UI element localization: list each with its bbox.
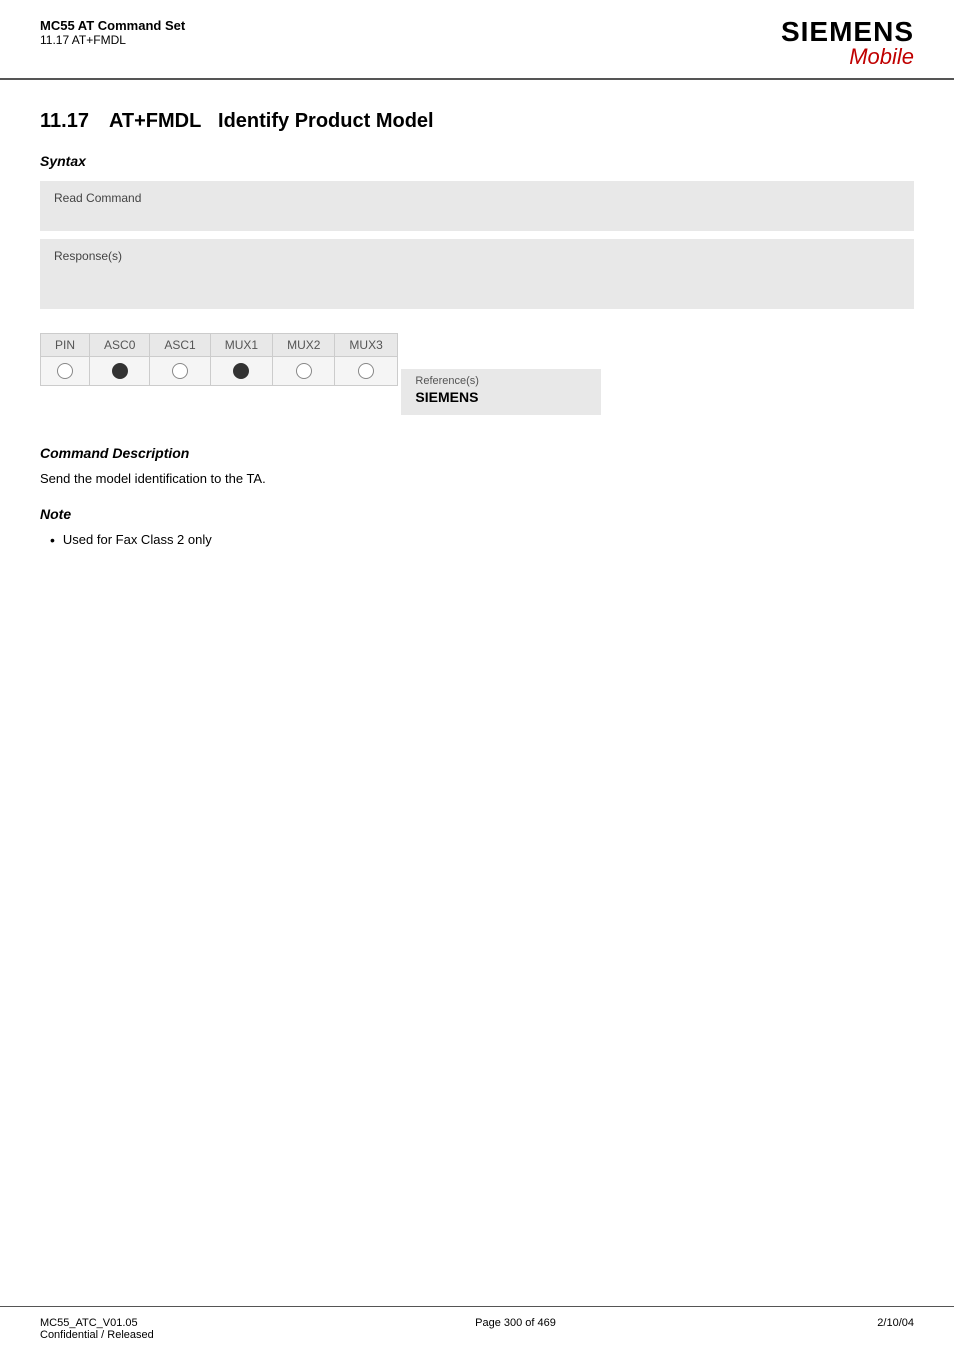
circle-empty-asc1 (172, 363, 188, 379)
cell-asc1 (150, 357, 210, 386)
reference-label: Reference(s) (415, 375, 587, 387)
syntax-label: Syntax (40, 153, 914, 169)
circle-filled-mux1 (233, 363, 249, 379)
reference-value: SIEMENS (415, 389, 587, 405)
note-label: Note (40, 506, 914, 522)
header-left: MC55 AT Command Set 11.17 AT+FMDL (40, 18, 185, 47)
footer-page: Page 300 of 469 (475, 1317, 556, 1329)
footer-confidentiality: Confidential / Released (40, 1329, 154, 1341)
header-subtitle: 11.17 AT+FMDL (40, 33, 185, 47)
page-header: MC55 AT Command Set 11.17 AT+FMDL SIEMEN… (0, 0, 954, 80)
logo-mobile: Mobile (849, 46, 914, 68)
command-name: AT+FMDL (109, 110, 201, 132)
main-content: 11.17 AT+FMDL Identify Product Model Syn… (0, 80, 954, 1306)
cmd-description-label: Command Description (40, 445, 914, 461)
response-box: Response(s) (40, 239, 914, 309)
circle-filled-asc0 (112, 363, 128, 379)
pin-table: PIN ASC0 ASC1 MUX1 MUX2 MUX3 (40, 333, 398, 386)
cmd-description-text: Send the model identification to the TA. (40, 471, 914, 486)
cell-pin (41, 357, 90, 386)
footer-date: 2/10/04 (877, 1317, 914, 1329)
pin-table-wrapper: PIN ASC0 ASC1 MUX1 MUX2 MUX3 (40, 333, 398, 386)
pin-table-row (41, 357, 398, 386)
note-item-text: Used for Fax Class 2 only (63, 532, 212, 547)
col-mux2: MUX2 (273, 334, 335, 357)
page-footer: MC55_ATC_V01.05 Confidential / Released … (0, 1306, 954, 1351)
section-number: 11.17 (40, 110, 89, 133)
footer-doc-id: MC55_ATC_V01.05 (40, 1317, 154, 1329)
footer-left: MC55_ATC_V01.05 Confidential / Released (40, 1317, 154, 1341)
header-title: MC55 AT Command Set (40, 18, 185, 33)
circle-empty-mux3 (358, 363, 374, 379)
read-command-box: Read Command (40, 181, 914, 231)
response-label: Response(s) (54, 249, 900, 263)
footer-right: 2/10/04 (877, 1317, 914, 1341)
page-wrapper: MC55 AT Command Set 11.17 AT+FMDL SIEMEN… (0, 0, 954, 1351)
cell-mux1 (210, 357, 272, 386)
header-logo: SIEMENS Mobile (781, 18, 914, 68)
read-command-label: Read Command (54, 191, 900, 205)
section-heading: 11.17 AT+FMDL Identify Product Model (40, 110, 914, 133)
section-title: AT+FMDL Identify Product Model (109, 110, 434, 133)
note-item: Used for Fax Class 2 only (50, 532, 914, 548)
cell-mux3 (335, 357, 397, 386)
circle-empty-pin (57, 363, 73, 379)
pin-table-header-row: PIN ASC0 ASC1 MUX1 MUX2 MUX3 (41, 334, 398, 357)
col-pin: PIN (41, 334, 90, 357)
note-list: Used for Fax Class 2 only (40, 532, 914, 548)
circle-empty-mux2 (296, 363, 312, 379)
footer-center: Page 300 of 469 (475, 1317, 556, 1341)
col-asc0: ASC0 (90, 334, 150, 357)
reference-box: Reference(s) SIEMENS (401, 369, 601, 415)
col-mux3: MUX3 (335, 334, 397, 357)
cell-asc0 (90, 357, 150, 386)
logo-siemens: SIEMENS (781, 18, 914, 46)
col-mux1: MUX1 (210, 334, 272, 357)
col-asc1: ASC1 (150, 334, 210, 357)
section-title-text: Identify Product Model (218, 110, 434, 132)
cell-mux2 (273, 357, 335, 386)
